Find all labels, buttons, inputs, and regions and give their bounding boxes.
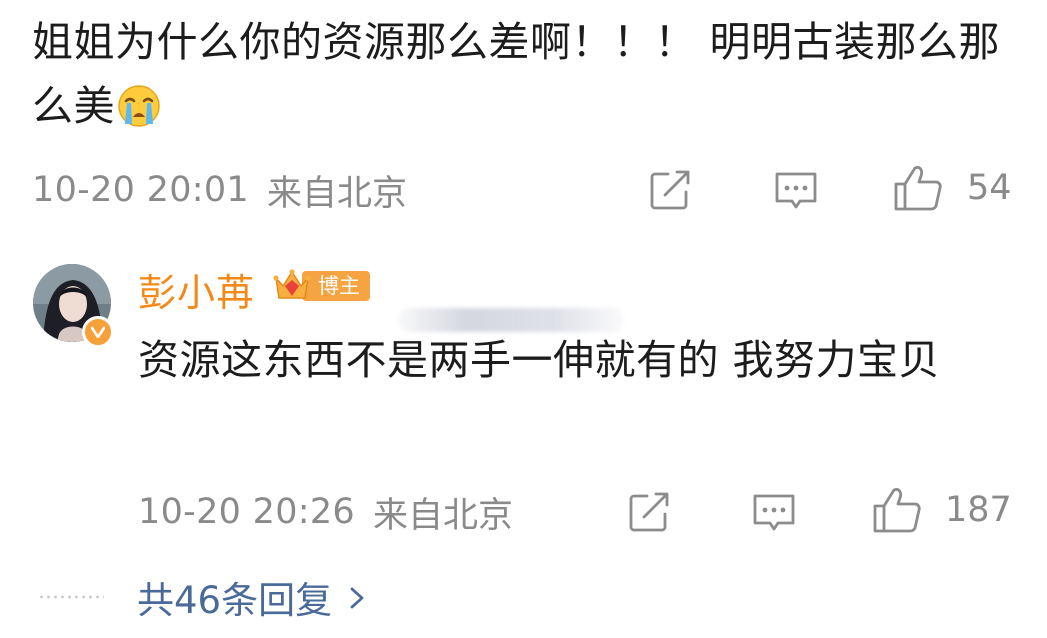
comment-text-content: 姐姐为什么你的资源那么差啊！！！ 明明古装那么那么美: [32, 18, 1001, 130]
reply-text: 资源这东西不是两手一伸就有的 我努力宝贝: [138, 336, 941, 384]
comment-time: 10-20 20:01: [32, 170, 249, 210]
view-replies-link[interactable]: 共46条回复: [137, 570, 364, 624]
dotted-divider: [38, 595, 104, 599]
reply-location: 来自北京: [373, 495, 514, 536]
chevron-right-icon: [350, 576, 364, 619]
reply-meta: 10-20 20:26 来自北京: [138, 488, 513, 536]
reply-time: 10-20 20:26: [138, 492, 355, 532]
blogger-badge: 博主: [272, 266, 370, 306]
crying-emoji-icon: [117, 82, 161, 127]
author-name[interactable]: 彭小苒: [138, 262, 255, 317]
crown-icon: [272, 266, 312, 306]
verified-badge-icon: [82, 316, 114, 348]
blogger-badge-label: 博主: [302, 271, 370, 301]
reply-like-icon[interactable]: [872, 486, 922, 534]
reply-comment-icon[interactable]: [751, 490, 797, 534]
reply-like-count: 187: [945, 490, 1012, 530]
view-replies-label: 共46条回复: [137, 579, 333, 622]
like-icon[interactable]: [893, 164, 943, 212]
comment-like-count: 54: [967, 168, 1012, 208]
share-icon[interactable]: [648, 168, 694, 212]
comment-text: 姐姐为什么你的资源那么差啊！！！ 明明古装那么那么美: [32, 10, 1022, 138]
comment-location: 来自北京: [267, 173, 408, 214]
comment-meta: 10-20 20:01 来自北京: [32, 166, 407, 214]
reply-share-icon[interactable]: [627, 490, 673, 534]
comment-icon[interactable]: [773, 168, 819, 212]
